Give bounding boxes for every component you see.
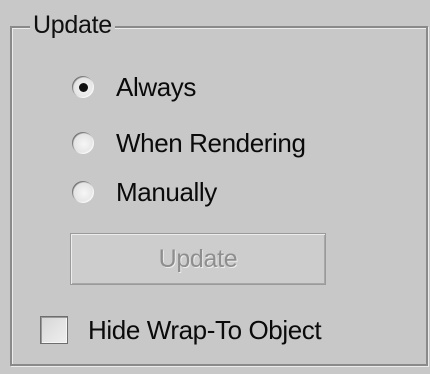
update-button[interactable]: Update — [70, 233, 326, 285]
radio-manually-label[interactable]: Manually — [116, 177, 217, 208]
radio-button-icon[interactable] — [72, 181, 94, 203]
radio-button-icon[interactable] — [72, 76, 94, 98]
update-rollout-panel: Update Always When Rendering Manually Up… — [0, 0, 430, 374]
radio-when-rendering[interactable]: When Rendering — [72, 126, 306, 160]
radio-button-icon[interactable] — [72, 132, 94, 154]
radio-always-label[interactable]: Always — [116, 72, 196, 103]
hide-wrap-to-object-label[interactable]: Hide Wrap-To Object — [88, 315, 322, 346]
radio-when-rendering-label[interactable]: When Rendering — [116, 128, 306, 159]
radio-manually[interactable]: Manually — [72, 175, 217, 209]
hide-wrap-to-object-checkbox-row[interactable]: Hide Wrap-To Object — [40, 313, 322, 347]
radio-always[interactable]: Always — [72, 70, 196, 104]
group-title: Update — [30, 10, 115, 40]
hide-wrap-to-object-checkbox[interactable] — [40, 316, 68, 344]
